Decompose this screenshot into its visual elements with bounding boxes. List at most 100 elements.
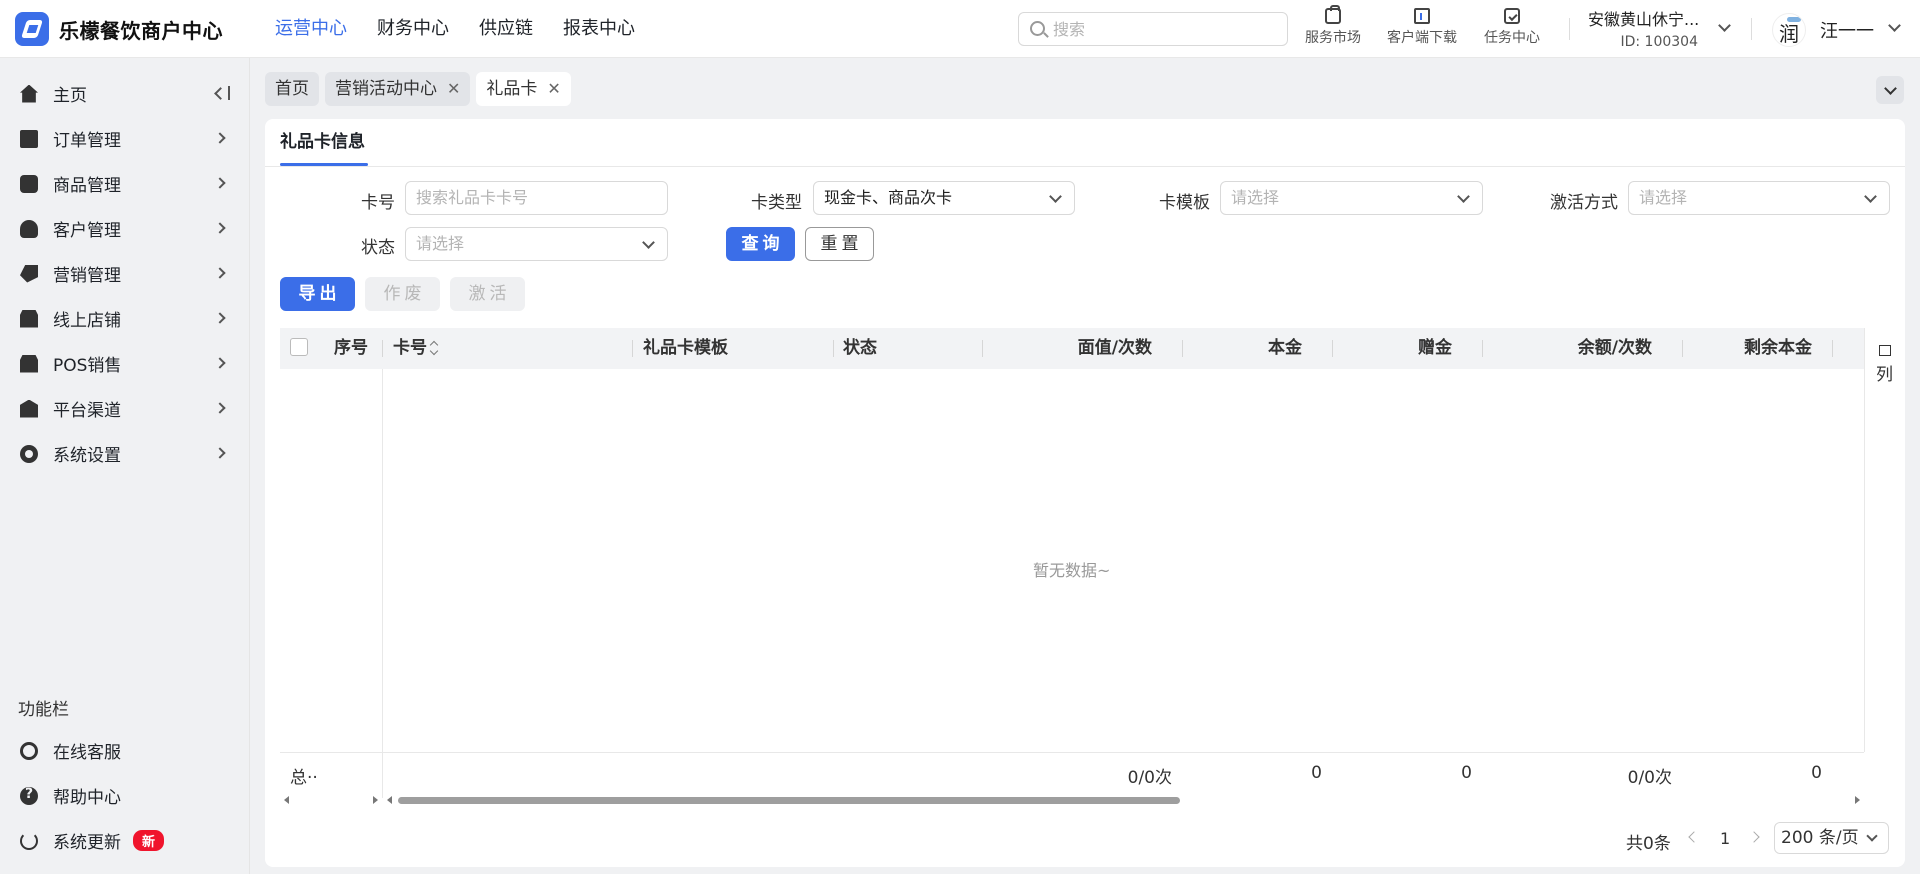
system-update-label: 系统更新 [53,833,121,853]
global-search [1018,12,1288,46]
sidebar-item-platform-channels[interactable]: 平台渠道 [0,386,250,431]
user-name[interactable]: 汪一一 [1820,17,1874,43]
top-nav: 运营中心 财务中心 供应链 报表中心 [275,0,665,58]
column-settings[interactable]: 列 [1864,328,1904,752]
activate-button[interactable]: 激活 [450,277,525,311]
chevron-right-icon [214,312,226,324]
sidebar-item-orders[interactable]: 订单管理 [0,116,250,161]
chevron-down-icon [1864,190,1877,203]
divider [1332,340,1333,357]
col-header-index: 序号 [334,338,368,358]
sidebar-item-label: 平台渠道 [53,401,121,421]
status-label: 状态 [361,238,395,258]
divider [1832,340,1833,357]
store-name: 安徽黄山休宁... [1588,10,1700,29]
chevron-down-icon [1866,830,1878,842]
chevron-right-icon [214,222,226,234]
sidebar-item-label: 线上店铺 [53,311,121,331]
scroll-right-arrow[interactable] [373,796,378,804]
sidebar-item-pos-sales[interactable]: POS销售 [0,341,250,386]
close-icon[interactable]: ✕ [447,72,460,106]
tab-gift-card[interactable]: 礼品卡 ✕ [476,72,571,106]
divider [982,340,983,357]
scroll-right-arrow[interactable] [1855,796,1860,804]
footer-gift: 0 [1461,763,1472,783]
chevron-down-icon [642,236,655,249]
sidebar-item-marketing[interactable]: 营销管理 [0,251,250,296]
tab-home[interactable]: 首页 [265,72,319,106]
horizontal-scrollbar[interactable] [398,797,1180,804]
card-type-select[interactable]: 现金卡、商品次卡 [813,181,1075,215]
scroll-left-arrow[interactable] [387,796,392,804]
sidebar-item-online-store[interactable]: 线上店铺 [0,296,250,341]
empty-state: 暂无数据~ [1033,561,1111,580]
search-icon [1030,21,1045,36]
card-no-input[interactable]: 搜索礼品卡卡号 [405,181,668,215]
columns-icon [1878,345,1891,356]
tab-label: 首页 [275,79,309,99]
template-select[interactable]: 请选择 [1220,181,1483,215]
avatar[interactable] [1772,13,1806,47]
card-tab-gift-card-info[interactable]: 礼品卡信息 [280,119,365,166]
sidebar-item-customers[interactable]: 客户管理 [0,206,250,251]
tab-marketing-center[interactable]: 营销活动中心 ✕ [325,72,471,106]
divider [1682,340,1683,357]
select-all-checkbox[interactable] [290,338,308,356]
status-placeholder: 请选择 [416,234,465,253]
sidebar-item-system-settings[interactable]: 系统设置 [0,431,250,476]
divider [1182,340,1183,357]
chevron-right-icon [214,402,226,414]
sidebar-item-home[interactable]: 主页 [0,71,250,116]
chevron-down-icon[interactable] [1718,19,1731,32]
tab-label: 礼品卡 [486,79,538,99]
activation-select[interactable]: 请选择 [1628,181,1890,215]
card-type-label: 卡类型 [751,193,802,213]
close-icon[interactable]: ✕ [547,72,560,106]
col-header-card-no[interactable]: 卡号 [393,328,439,369]
help-center-item[interactable]: 帮助中心 [0,773,250,818]
divider [1751,18,1752,40]
app-title: 乐檬餐饮商户中心 [59,18,223,43]
topnav-supply-chain[interactable]: 供应链 [479,0,533,58]
task-center-button[interactable]: 任务中心 [1480,6,1544,47]
footer-face-value: 0/0次 [1127,768,1172,788]
topnav-finance[interactable]: 财务中心 [377,0,449,58]
sidebar-item-label: POS销售 [53,356,122,376]
col-header-gift: 赠金 [1418,338,1452,358]
chevron-right-icon [214,447,226,459]
sidebar-item-label: 营销管理 [53,266,121,286]
topnav-operations[interactable]: 运营中心 [275,0,347,58]
chevron-down-icon[interactable] [1888,19,1901,32]
export-button[interactable]: 导出 [280,277,355,311]
client-download-button[interactable]: 客户端下载 [1384,6,1460,47]
divider [382,369,383,798]
col-header-face-value: 面值/次数 [1077,338,1152,358]
card-no-label: 卡号 [361,193,395,213]
search-input[interactable] [1053,17,1281,41]
bank-icon [20,399,38,418]
sidebar-item-products[interactable]: 商品管理 [0,161,250,206]
topnav-reports[interactable]: 报表中心 [563,0,635,58]
store-selector[interactable]: 安徽黄山休宁... ID: 100304 [1588,6,1700,50]
refresh-icon [20,831,38,850]
void-button[interactable]: 作废 [365,277,440,311]
client-download-label: 客户端下载 [1387,30,1457,46]
divider [1569,18,1570,40]
page-number[interactable]: 1 [1720,829,1730,848]
sort-icon[interactable] [429,340,439,356]
page-size-select[interactable]: 200 条/页 [1774,822,1889,854]
scroll-left-arrow[interactable] [284,796,289,804]
system-update-item[interactable]: 系统更新 新 [0,818,250,863]
chevron-right-icon [214,177,226,189]
online-support-item[interactable]: 在线客服 [0,728,250,773]
divider [382,340,383,357]
reset-button[interactable]: 重置 [805,227,874,261]
col-header-remaining: 剩余本金 [1744,338,1812,358]
query-button[interactable]: 查询 [726,227,795,261]
footer-principal: 0 [1311,763,1322,783]
service-market-button[interactable]: 服务市场 [1301,5,1365,47]
status-select[interactable]: 请选择 [405,227,668,261]
tabs-more-dropdown[interactable] [1876,76,1904,104]
app-logo[interactable]: 乐檬餐饮商户中心 [15,12,223,46]
sidebar-item-label: 主页 [53,86,87,106]
